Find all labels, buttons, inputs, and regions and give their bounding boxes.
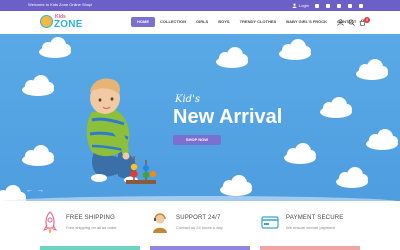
child-photo [86,78,138,184]
nav-item-girls[interactable]: GIRLS [191,17,213,27]
main-nav: HOME COLLECTION GIRLS BOYS TRENDY CLOTHE… [131,17,361,27]
cloud [0,185,26,201]
slider-arrows: ← → [26,187,44,194]
cloud [279,39,311,60]
user-icon[interactable] [337,18,344,26]
shop-now-button[interactable]: SHOP NOW [173,135,221,145]
user-icon [292,3,297,8]
feature-title: SUPPORT 24/7 [176,215,221,221]
feature-subtitle: We ensure secure payment [286,225,335,230]
search-icon[interactable] [348,18,355,26]
cart-count-badge: 0 [364,16,370,23]
cloud [39,37,71,58]
nav-item-trendy-clothes[interactable]: TRENDY CLOTHES [235,17,282,27]
logo[interactable]: Kids ZONE [40,13,82,32]
site-header: Kids ZONE HOME COLLECTION GIRLS BOYS TRE… [0,11,400,34]
cart-button[interactable]: 0 [359,16,370,26]
login-link[interactable]: Login [292,1,309,10]
logo-mark-icon [40,15,53,28]
login-label: Login [299,3,309,8]
cloud [22,75,54,96]
hero-headline: New Arrival [173,106,283,128]
cloud [22,145,54,166]
cloud [220,175,252,196]
top-bar: Welcome to Kids Zone Online Shop! Login [0,0,400,11]
nav-item-collection[interactable]: COLLECTION [155,17,191,27]
features-bar: FREE SHIPPING Free shipping on all us or… [0,201,400,245]
feature-subtitle: Contact us 24 hours a day [176,225,223,230]
nav-item-boys[interactable]: BOYS [213,17,234,27]
header-icons: 0 [337,16,370,27]
feature-title: FREE SHIPPING [66,215,115,221]
pinterest-icon[interactable] [359,3,363,8]
cloud [320,97,352,118]
cloud [366,129,398,150]
cloud [284,143,316,164]
cloud [336,167,368,188]
cloud [356,59,388,80]
facebook-icon[interactable] [315,3,319,8]
secure-card-icon [261,216,279,229]
welcome-message: Welcome to Kids Zone Online Shop! [28,2,93,7]
banner-strip [150,246,250,250]
nav-item-home[interactable]: HOME [131,17,155,27]
banner-strip [40,246,140,250]
hero-slider: Kid's New Arrival SHOP NOW ← → [0,34,400,201]
cloud [216,47,248,68]
banner-strip [260,246,360,250]
support-agent-icon [153,213,167,233]
rocket-icon [42,211,58,234]
nav-item-baby-girls-frock[interactable]: BABY GIRL'S FROCK [281,17,332,27]
social-links [315,1,363,10]
prev-arrow-icon[interactable]: ← [26,187,33,194]
hero-kicker: Kid's [175,94,200,105]
google-plus-icon[interactable] [337,3,341,8]
twitter-icon[interactable] [326,3,330,8]
feature-subtitle: Free shipping on all us order [66,225,117,230]
next-arrow-icon[interactable]: → [37,187,44,194]
instagram-icon[interactable] [348,3,352,8]
logo-bottom-text: ZONE [54,19,83,30]
feature-title: PAYMENT SECURE [286,215,344,221]
